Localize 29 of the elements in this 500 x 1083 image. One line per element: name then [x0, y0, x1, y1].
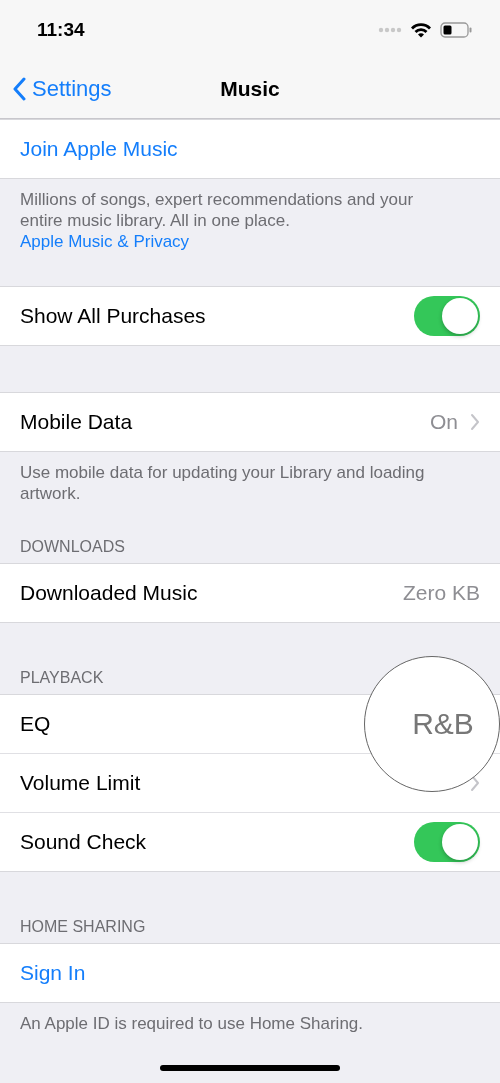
row-label: Show All Purchases — [20, 304, 206, 328]
chevron-icon — [470, 774, 480, 792]
row-label: Volume Limit — [20, 771, 141, 795]
section-header: HOME SHARING — [19, 918, 147, 937]
status-time: 11:34 — [37, 19, 85, 41]
row-label: Sound Check — [20, 830, 147, 854]
toggle-switch[interactable] — [414, 822, 480, 862]
chevron-icon — [470, 413, 480, 431]
back-chevron-icon — [12, 77, 26, 101]
link-label: Sign In — [20, 961, 86, 985]
row-label: Downloaded Music — [20, 581, 198, 605]
wifi-icon — [410, 22, 432, 38]
row-value: On — [430, 410, 458, 434]
back-button[interactable]: Settings — [0, 76, 112, 102]
section-header: PLAYBACK — [19, 669, 105, 688]
battery-icon — [440, 22, 472, 38]
section-footer: Use mobile data for updating your Library and loading artwork. — [0, 452, 500, 516]
toggle-switch[interactable] — [414, 296, 480, 336]
privacy-link[interactable]: Apple Music & Privacy — [20, 232, 190, 251]
signal-icon — [378, 27, 402, 33]
link-label: Join Apple Music — [20, 137, 178, 161]
section-header: DOWNLOADS — [19, 538, 126, 557]
page-title: Music — [220, 77, 280, 101]
row-value: Zero KB — [402, 581, 480, 605]
section-footer: Millions of songs, expert recommendations and your entire music library. All in one place. Apple Music & Privacy — [0, 179, 500, 264]
magnified-value: R&B — [412, 707, 474, 741]
row-label: Mobile Data — [20, 410, 133, 434]
row-label: EQ — [20, 712, 51, 736]
section-footer: An Apple ID is required to use Home Sharing. — [0, 1003, 500, 1046]
